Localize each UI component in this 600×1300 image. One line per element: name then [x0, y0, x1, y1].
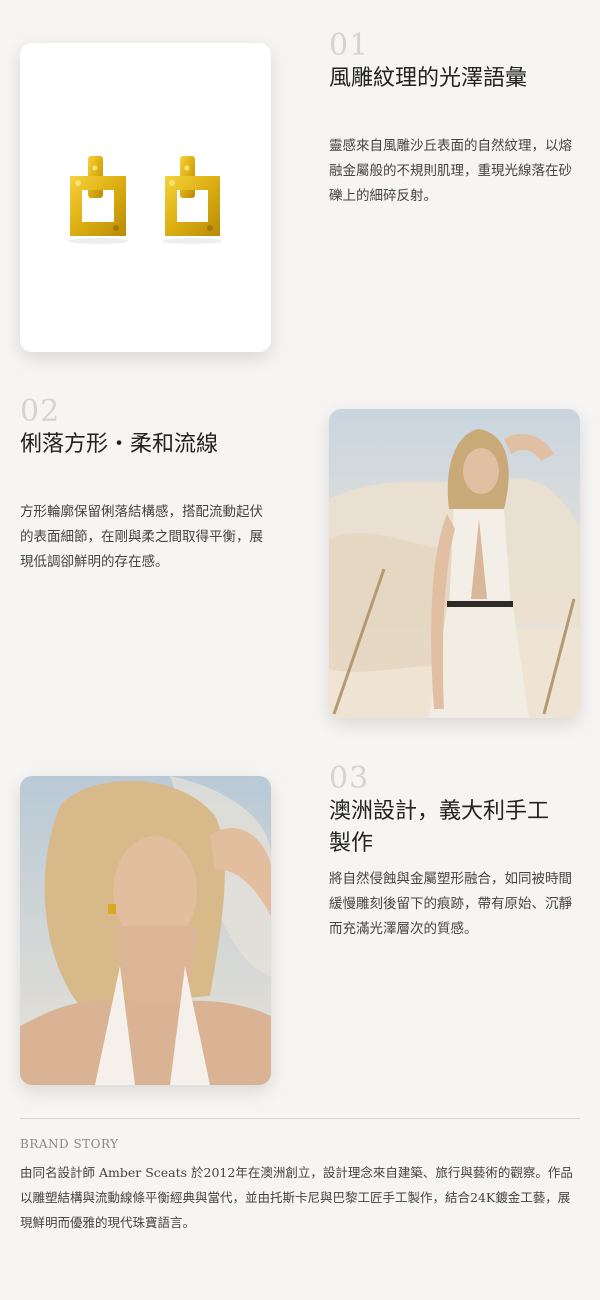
section-title: 俐落方形・柔和流線 [20, 432, 219, 457]
section-title: 風雕紋理的光澤語彙 [329, 66, 528, 91]
section-description: 方形輪廓保留俐落結構感，搭配流動起伏的表面細節，在剛與柔之間取得平衡，展現低調卻… [20, 504, 263, 570]
brand-story-text: 由同名設計師 Amber Sceats 於2012年在澳洲創立，設計理念來自建築… [20, 1165, 573, 1230]
section-number: 03 [329, 761, 370, 796]
model-beach-photo [329, 409, 580, 718]
brand-story-label: BRAND STORY [20, 1137, 119, 1151]
section-description: 靈感來自風雕沙丘表面的自然紋理，以熔融金屬般的不規則肌理，重現光線落在砂礫上的細… [329, 138, 572, 204]
earrings-product-image [20, 43, 271, 352]
divider [20, 1118, 580, 1119]
section-number: 01 [329, 28, 370, 63]
section-title-line2: 製作 [329, 831, 374, 856]
section-number: 02 [20, 394, 61, 429]
section-description: 將自然侵蝕與金屬塑形融合，如同被時間緩慢雕刻後留下的痕跡，帶有原始、沉靜而充滿光… [329, 871, 572, 937]
model-portrait-photo [20, 776, 271, 1085]
section-title-line1: 澳洲設計，義大利手工 [329, 799, 550, 824]
